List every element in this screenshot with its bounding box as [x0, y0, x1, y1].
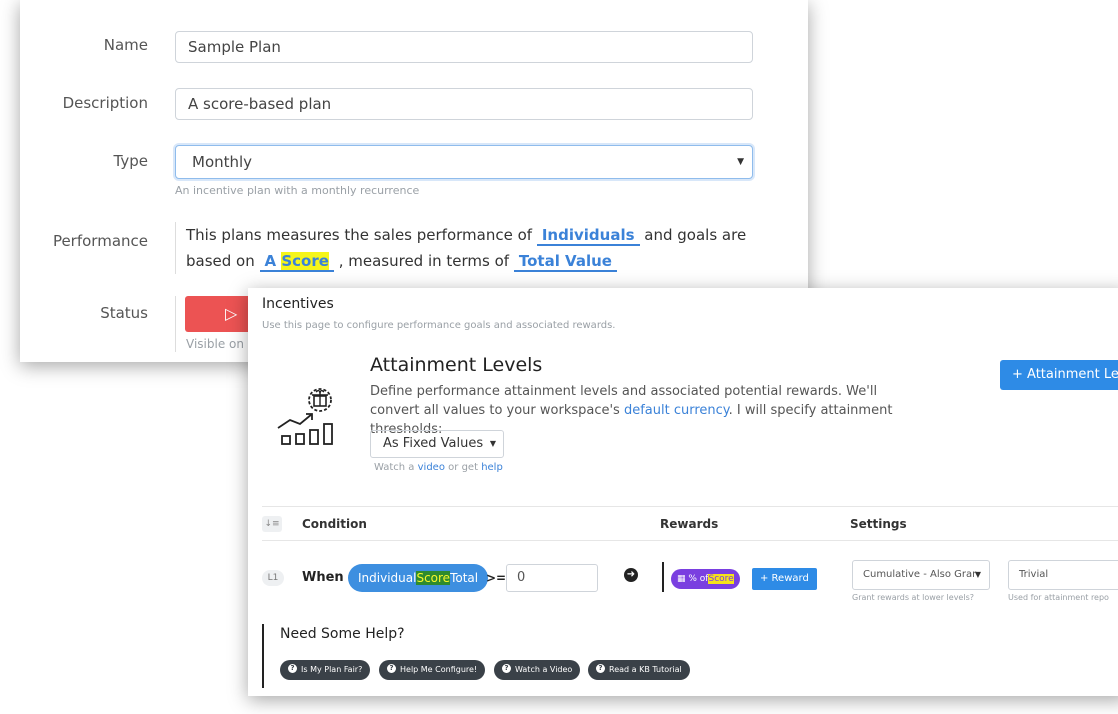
type-help-text: An incentive plan with a monthly recurre…	[175, 184, 420, 197]
settings-header: Settings	[850, 517, 907, 531]
status-help-text: Visible on p	[186, 337, 256, 351]
threshold-mode-select[interactable]: As Fixed Values ▼	[370, 430, 504, 458]
operator-label: >=	[486, 571, 507, 585]
performance-statement: This plans measures the sales performanc…	[175, 222, 766, 274]
watch-text-2: or get	[448, 462, 478, 473]
when-label: When	[302, 570, 344, 585]
reward-pill[interactable]: ▦ % ofScore	[671, 569, 740, 589]
individuals-link[interactable]: Individuals	[536, 226, 640, 246]
watch-video-link[interactable]: video	[418, 462, 445, 473]
watch-text-1: Watch a	[374, 462, 415, 473]
add-reward-button[interactable]: + Reward	[752, 568, 817, 590]
incentives-title: Incentives	[262, 296, 334, 312]
play-icon: ▷	[225, 304, 238, 323]
reward-prefix: % of	[688, 574, 709, 584]
performance-text-3: , measured in terms of	[338, 252, 510, 270]
threshold-input[interactable]: 0	[506, 564, 598, 592]
help-divider	[262, 624, 264, 688]
difficulty-select-value: Trivial	[1019, 569, 1049, 580]
cumulative-select-value: Cumulative - Also Grar	[863, 569, 977, 580]
watch-video-button[interactable]: ? Watch a Video	[494, 660, 581, 680]
add-attainment-level-button[interactable]: + Attainment Lev	[1000, 360, 1118, 390]
question-icon: ?	[502, 664, 511, 673]
chevron-down-icon: ▼	[974, 570, 981, 579]
type-select-value: Monthly	[192, 153, 253, 171]
incentives-card: Incentives Use this page to configure pe…	[248, 288, 1118, 696]
rewards-header: Rewards	[660, 517, 719, 531]
metric-score-highlight: Score	[416, 571, 451, 585]
cumulative-help: Grant rewards at lower levels?	[852, 593, 974, 602]
name-label: Name	[103, 36, 148, 54]
metric-text-1: Individual	[358, 571, 417, 585]
divider	[262, 506, 1118, 507]
attainment-levels-title: Attainment Levels	[370, 354, 543, 376]
condition-header: Condition	[302, 517, 367, 531]
metric-pill[interactable]: IndividualScoreTotal	[348, 564, 489, 592]
arrow-right-icon: ➜	[624, 568, 638, 582]
score-link[interactable]: A Score	[259, 252, 334, 272]
chevron-down-icon: ▼	[737, 157, 744, 167]
help-configure-label: Help Me Configure!	[400, 665, 478, 674]
threshold-mode-value: As Fixed Values	[383, 436, 484, 451]
description-label: Description	[62, 94, 148, 112]
kb-tutorial-label: Read a KB Tutorial	[609, 665, 682, 674]
score-link-a: A	[264, 252, 277, 270]
help-configure-button[interactable]: ? Help Me Configure!	[379, 660, 486, 680]
incentives-subtitle: Use this page to configure performance g…	[262, 320, 616, 331]
grid-icon: ▦	[677, 574, 686, 584]
watch-help-text: Watch a video or get help	[374, 462, 503, 473]
performance-label: Performance	[52, 232, 148, 250]
name-input[interactable]: Sample Plan	[175, 31, 753, 63]
question-icon: ?	[596, 664, 605, 673]
kb-tutorial-button[interactable]: ? Read a KB Tutorial	[588, 660, 690, 680]
reward-divider	[662, 562, 664, 592]
cumulative-select[interactable]: Cumulative - Also Grar ▼	[852, 560, 990, 590]
attainment-levels-icon	[277, 388, 333, 445]
reward-score-highlight: Score	[708, 574, 734, 584]
sort-icon[interactable]: ↓≡	[262, 516, 282, 532]
total-value-link[interactable]: Total Value	[513, 252, 617, 272]
chevron-down-icon: ▼	[489, 439, 496, 448]
status-label: Status	[100, 304, 148, 322]
metric-text-2: Total	[450, 571, 479, 585]
type-label: Type	[113, 152, 148, 170]
difficulty-help: Used for attainment repo	[1008, 593, 1109, 602]
plan-fair-button[interactable]: ? Is My Plan Fair?	[280, 660, 371, 680]
question-icon: ?	[387, 664, 396, 673]
watch-video-label: Watch a Video	[515, 665, 573, 674]
divider	[262, 540, 1118, 541]
get-help-link[interactable]: help	[481, 462, 503, 473]
plan-fair-label: Is My Plan Fair?	[301, 665, 363, 674]
level-badge: L1	[262, 570, 284, 586]
question-icon: ?	[288, 664, 297, 673]
score-link-highlight: Score	[281, 252, 329, 270]
default-currency-link[interactable]: default currency	[624, 403, 729, 418]
help-title: Need Some Help?	[280, 626, 405, 642]
difficulty-select[interactable]: Trivial	[1008, 560, 1118, 590]
description-input[interactable]: A score-based plan	[175, 88, 753, 120]
performance-text-1: This plans measures the sales performanc…	[186, 226, 533, 244]
type-select[interactable]: Monthly ▼	[175, 145, 753, 179]
